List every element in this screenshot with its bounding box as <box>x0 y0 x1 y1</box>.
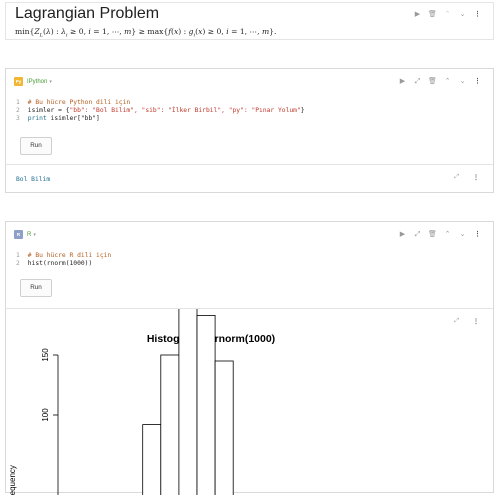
r-code-cell[interactable]: R R ▾ ▶ ⤢ 🗑 ⌃ ⌄ ⋮ 1 # Bu hücre R dili içi… <box>5 221 494 495</box>
histogram-bar <box>214 360 234 495</box>
cell-heading: Lagrangian Problem <box>15 5 160 22</box>
chevron-up-icon[interactable]: ⌃ <box>440 77 455 86</box>
expand-icon[interactable]: ⤢ <box>410 230 425 239</box>
output-text: Bol Bilim <box>16 176 51 183</box>
chevron-up-icon[interactable]: ⌃ <box>440 10 455 19</box>
code-line: 1 # Bu hücre R dili için <box>16 252 112 259</box>
run-triangle-icon[interactable]: ▶ <box>395 77 410 86</box>
trash-icon[interactable]: 🗑 <box>425 10 440 19</box>
kebab-menu-icon[interactable]: ⋮ <box>470 10 485 19</box>
chevron-down-icon[interactable]: ⌄ <box>455 230 470 239</box>
expand-icon[interactable]: ⤢ <box>454 174 459 181</box>
cell-output: ⤢ ⋮ Histogram of rnorm(1000) 100150 Freq… <box>6 308 493 495</box>
code-line: 1 # Bu hücre Python dili için <box>16 99 131 106</box>
language-label: IPython <box>27 78 48 85</box>
chevron-down-icon: ▾ <box>33 231 36 238</box>
run-button[interactable]: Run <box>20 279 52 297</box>
histogram-chart: Histogram of rnorm(1000) 100150 Frequenc… <box>8 309 275 495</box>
python-logo-icon: Py <box>14 77 23 86</box>
y-axis-label: Frequency <box>8 465 17 495</box>
histogram-bar <box>178 309 198 495</box>
chevron-down-icon[interactable]: ⌄ <box>455 10 470 19</box>
chevron-up-icon[interactable]: ⌃ <box>440 230 455 239</box>
code-editor[interactable]: 1 # Bu hücre R dili için 2 hist(rnorm(100… <box>16 252 111 268</box>
trash-icon[interactable]: 🗑 <box>425 77 440 86</box>
code-line: 2 isimler = {"bb": "Bol Bilim", "sib": "… <box>16 107 305 114</box>
histogram-bar <box>160 354 180 495</box>
cell-language-selector[interactable]: Py IPython ▾ <box>14 77 52 86</box>
y-tick-label: 100 <box>41 408 50 422</box>
code-line: 3 print isimler["bb"] <box>16 115 100 122</box>
kebab-menu-icon[interactable]: ⋮ <box>470 77 485 86</box>
histogram-bar <box>142 424 162 495</box>
expand-icon[interactable]: ⤢ <box>410 77 425 86</box>
run-triangle-icon[interactable]: ▶ <box>395 230 410 239</box>
code-editor[interactable]: 1 # Bu hücre Python dili için 2 isimler =… <box>16 99 305 123</box>
kebab-menu-icon[interactable]: ⋮ <box>470 230 485 239</box>
lagrangian-formula: min{ZL(λ) : λi ≥ 0, i = 1, ⋯, m} ≥ max{f… <box>15 27 277 39</box>
y-axis: 100 150 <box>41 348 59 495</box>
r-logo-icon: R <box>14 230 23 239</box>
histogram-bar <box>196 315 216 495</box>
code-line: 2 hist(rnorm(1000)) <box>16 260 93 267</box>
python-code-cell[interactable]: Py IPython ▾ ▶ ⤢ 🗑 ⌃ ⌄ ⋮ 1 # Bu hücre Pyt… <box>5 68 494 193</box>
cell-output: Bol Bilim ⤢ ⋮ <box>6 164 493 194</box>
language-label: R <box>27 231 32 238</box>
run-triangle-icon[interactable]: ▶ <box>410 10 425 19</box>
y-tick-label: 150 <box>41 348 50 362</box>
cell-language-selector[interactable]: R R ▾ <box>14 230 36 239</box>
chevron-down-icon[interactable]: ⌄ <box>455 77 470 86</box>
markdown-cell[interactable]: Lagrangian Problem min{ZL(λ) : λi ≥ 0, i… <box>5 2 494 40</box>
chevron-down-icon: ▾ <box>49 78 52 85</box>
run-button[interactable]: Run <box>20 137 52 155</box>
trash-icon[interactable]: 🗑 <box>425 230 440 239</box>
kebab-menu-icon[interactable]: ⋮ <box>473 174 479 181</box>
